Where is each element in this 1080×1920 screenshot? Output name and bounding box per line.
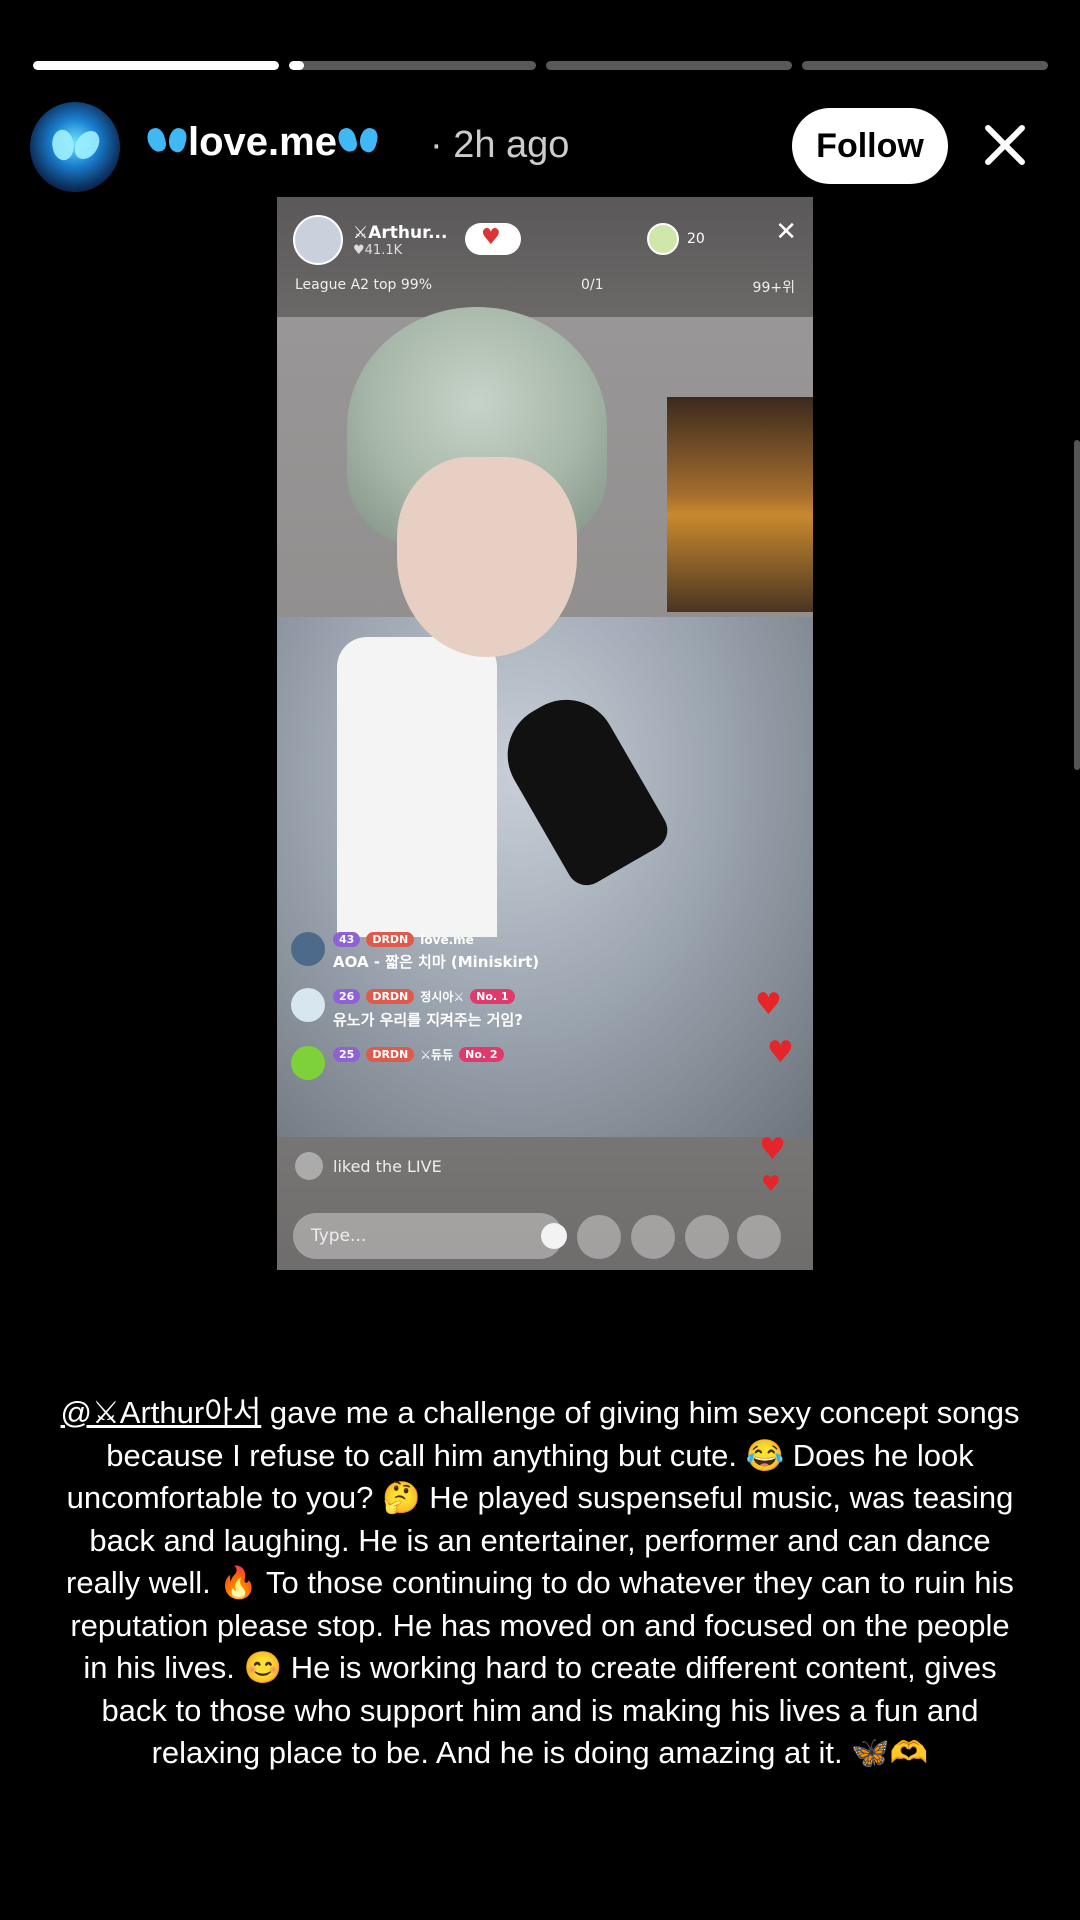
scrollbar[interactable] <box>1074 440 1080 770</box>
chat-avatar <box>291 1046 325 1080</box>
host-avatar <box>293 215 343 265</box>
username[interactable]: love.me <box>145 120 380 165</box>
comment-placeholder: Type... <box>311 1226 367 1246</box>
wall-painting <box>667 397 813 612</box>
viewer-avatar <box>647 223 679 255</box>
tag-badge: DRDN <box>366 932 415 947</box>
caption-text: gave me a challenge of giving him sexy c… <box>66 1395 1020 1770</box>
progress-segment <box>801 61 1048 70</box>
butterfly-icon <box>336 125 380 160</box>
live-stream-screenshot: ⚔Arthur... ♥41.1K 20 ✕ League A2 top 99%… <box>277 197 813 1270</box>
username-text: love.me <box>188 120 337 164</box>
chat-user: love.me <box>420 932 474 947</box>
chat-message: 43 DRDN love.me AOA - 짧은 치마 (Miniskirt) <box>291 932 731 972</box>
chat-avatar <box>291 988 325 1022</box>
host-likes: ♥41.1K <box>353 242 403 258</box>
butterfly-icon <box>145 125 189 160</box>
league-label: League A2 top 99% <box>295 277 433 293</box>
chat-user: 정시아⚔ <box>420 990 465 1004</box>
chat-message: 26 DRDN 정시아⚔ No. 1 유노가 우리를 지켜주는 거임? <box>291 988 731 1030</box>
streamer-face <box>397 457 577 657</box>
heart-badge-icon <box>465 223 521 255</box>
chat-text: 유노가 우리를 지켜주는 거임? <box>333 1011 523 1029</box>
progress-segment <box>33 61 280 70</box>
rank-badge: No. 1 <box>470 989 515 1004</box>
story-caption: @⚔Arthur아서 gave me a challenge of giving… <box>60 1392 1020 1775</box>
liked-text: liked the LIVE <box>333 1156 442 1176</box>
follow-button[interactable]: Follow <box>792 108 948 184</box>
tag-badge: DRDN <box>366 1047 415 1062</box>
viewer-group: 20 <box>647 223 705 255</box>
chat-list: 43 DRDN love.me AOA - 짧은 치마 (Miniskirt) … <box>291 932 731 1096</box>
level-badge: 43 <box>333 932 361 947</box>
heart-icon: ♥ <box>759 1132 786 1167</box>
chat-user: ⚔듀듀 <box>420 1048 454 1062</box>
streamer-shirt <box>337 637 497 937</box>
emoji-icon <box>541 1223 567 1249</box>
mention-link[interactable]: @⚔Arthur아서 <box>61 1395 262 1430</box>
tag-badge: DRDN <box>366 989 415 1004</box>
host-info: ⚔Arthur... ♥41.1K <box>293 215 447 265</box>
heart-icon: ♥ <box>761 1172 781 1197</box>
host-name: ⚔Arthur... <box>353 222 448 243</box>
live-stats-row: League A2 top 99% 0/1 99+위 <box>295 277 795 297</box>
post-time: · 2h ago <box>430 124 570 166</box>
progress-segment <box>545 61 792 70</box>
story-progress-bar <box>33 61 1048 70</box>
liked-notice: liked the LIVE <box>295 1152 442 1180</box>
gift-box-icon <box>577 1215 621 1259</box>
progress-segment <box>289 61 536 70</box>
present-icon <box>685 1215 729 1259</box>
chat-avatar <box>291 932 325 966</box>
heart-outline-icon <box>295 1152 323 1180</box>
viewer-count: 20 <box>687 231 705 247</box>
close-icon[interactable] <box>980 120 1030 170</box>
rank-badge: No. 2 <box>459 1047 504 1062</box>
chat-message: 25 DRDN ⚔듀듀 No. 2 <box>291 1046 731 1080</box>
rank-text: 99+위 <box>752 280 795 296</box>
heart-icon: ♥ <box>767 1035 794 1070</box>
heart-gift-icon <box>631 1215 675 1259</box>
live-close-icon: ✕ <box>775 217 797 247</box>
level-badge: 26 <box>333 989 361 1004</box>
level-badge: 25 <box>333 1047 361 1062</box>
heart-icon: ♥ <box>755 987 782 1022</box>
share-icon <box>737 1215 781 1259</box>
comment-input: Type... <box>293 1213 567 1259</box>
avatar[interactable] <box>30 102 120 192</box>
chat-text: AOA - 짧은 치마 (Miniskirt) <box>333 953 540 971</box>
progress-text: 0/1 <box>581 277 604 293</box>
